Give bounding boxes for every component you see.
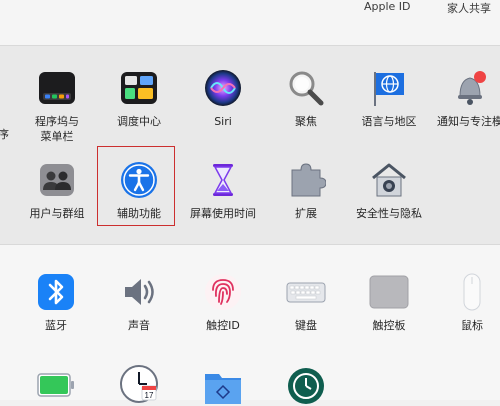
pref-label: 声音 (128, 319, 150, 332)
pref-label: 调度中心 (117, 115, 161, 128)
pref-label: 聚焦 (295, 115, 317, 128)
pref-security-privacy[interactable]: 安全性与隐私 (349, 160, 429, 221)
pref-date-time[interactable]: 17 (99, 364, 179, 404)
bell-icon (450, 68, 490, 108)
pref-label: 蓝牙 (45, 319, 67, 332)
mission-control-icon (119, 68, 159, 108)
apple-id-label[interactable]: Apple ID (364, 0, 411, 13)
family-sharing-label[interactable]: 家人共享 (447, 0, 491, 16)
puzzle-icon (286, 160, 326, 200)
time-machine-icon (286, 366, 326, 406)
top-bar: Apple ID 家人共享 (0, 0, 500, 46)
fingerprint-icon (203, 272, 243, 312)
magnifier-icon (286, 68, 326, 108)
pref-label: 语言与地区 (361, 115, 417, 128)
pref-touch-id[interactable]: 触控ID (183, 272, 263, 333)
pref-keyboard[interactable]: 键盘 (266, 272, 346, 333)
pref-extensions[interactable]: 扩展 (266, 160, 346, 221)
pref-label: Siri (214, 115, 232, 128)
siri-icon (203, 68, 243, 108)
pref-trackpad[interactable]: 触控板 (349, 272, 429, 333)
pref-sound[interactable]: 声音 (99, 272, 179, 333)
pref-time-machine[interactable] (266, 366, 346, 406)
calendar-day: 17 (145, 391, 154, 400)
pref-label: 触控ID (206, 319, 240, 332)
pref-label: 程序坞与 菜单栏 (35, 115, 79, 143)
globe-flag-icon (369, 68, 409, 108)
pref-label: 安全性与隐私 (356, 207, 422, 220)
pref-mission-control[interactable]: 调度中心 (99, 68, 179, 129)
pref-label: 键盘 (295, 319, 317, 332)
pref-spotlight[interactable]: 聚焦 (266, 68, 346, 129)
pref-notifications[interactable]: 通知与专注模 (430, 68, 500, 129)
pref-mouse[interactable]: 鼠标 (432, 272, 500, 333)
pref-dock[interactable]: 程序坞与 菜单栏 (17, 68, 97, 144)
pref-screen-time[interactable]: 屏幕使用时间 (183, 160, 263, 221)
sharing-folder-icon (203, 366, 243, 406)
lock-house-icon (369, 160, 409, 200)
clock-icon: 17 (119, 364, 159, 404)
pref-label: 鼠标 (461, 319, 483, 332)
pref-accessibility[interactable]: 辅助功能 (99, 160, 179, 221)
bluetooth-icon (36, 272, 76, 312)
pref-siri[interactable]: Siri (183, 68, 263, 129)
pref-users-groups[interactable]: 用户与群组 (17, 160, 97, 221)
dock-icon (37, 68, 77, 108)
pref-battery[interactable] (16, 366, 96, 406)
users-icon (37, 160, 77, 200)
pref-bluetooth[interactable]: 蓝牙 (16, 272, 96, 333)
keyboard-icon (286, 272, 326, 312)
hourglass-icon (203, 160, 243, 200)
pref-label: 扩展 (295, 207, 317, 220)
battery-icon (36, 366, 76, 406)
pref-label: 触控板 (372, 319, 406, 332)
pref-label: 辅助功能 (117, 207, 161, 220)
pref-label: 用户与群组 (29, 207, 85, 220)
partial-label: 序 (0, 128, 9, 141)
pref-sharing[interactable] (183, 366, 263, 406)
pref-label: 通知与专注模 (437, 115, 500, 128)
speaker-icon (119, 272, 159, 312)
trackpad-icon (369, 272, 409, 312)
pref-language-region[interactable]: 语言与地区 (349, 68, 429, 129)
pref-label: 屏幕使用时间 (190, 207, 256, 220)
accessibility-icon (119, 160, 159, 200)
mouse-icon (452, 272, 492, 312)
